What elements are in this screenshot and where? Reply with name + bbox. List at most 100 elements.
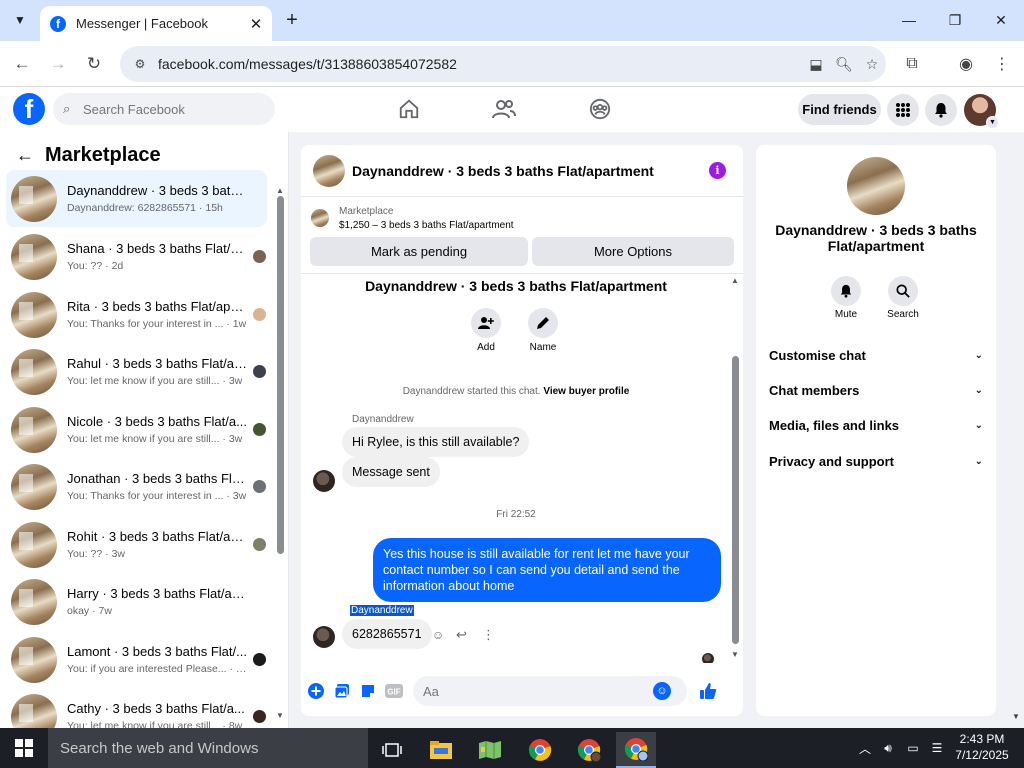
maps-app-icon[interactable]	[470, 732, 510, 768]
taskbar-clock[interactable]: 2:43 PM 7/12/2025	[952, 731, 1012, 763]
conversation-item[interactable]: Cathy · 3 beds 3 baths Flat/a... You: le…	[6, 688, 267, 728]
action-center-icon[interactable]: ☰	[929, 740, 945, 756]
zoom-icon[interactable]: 🔍︎	[830, 50, 858, 78]
url-text[interactable]: facebook.com/messages/t/3138860385407258…	[158, 56, 802, 72]
facebook-logo[interactable]: f	[13, 93, 45, 125]
volume-icon[interactable]: 🔊︎	[880, 740, 896, 756]
sidebar-scrollbar[interactable]: ▲ ▼	[276, 186, 284, 720]
sender-avatar[interactable]	[313, 626, 335, 648]
chrome-icon[interactable]	[520, 732, 560, 768]
new-tab-plus-icon[interactable]: +	[280, 8, 304, 32]
conversation-preview: okay · 7w	[67, 605, 112, 617]
view-buyer-profile-link[interactable]: View buyer profile	[543, 386, 629, 397]
windows-start-icon[interactable]	[0, 728, 48, 768]
chat-header-name[interactable]: Daynanddrew · 3 beds 3 baths Flat/apartm…	[352, 163, 709, 179]
search-icon[interactable]	[888, 276, 918, 306]
sender-name-selected: Daynanddrew	[350, 605, 414, 616]
privacy-support-item[interactable]: Privacy and support ⌄	[769, 449, 983, 473]
chat-members-item[interactable]: Chat members ⌄	[769, 378, 983, 402]
back-arrow-icon[interactable]: ←	[16, 145, 40, 166]
more-kebab-icon[interactable]: ⋮	[482, 627, 495, 643]
media-files-links-item[interactable]: Media, files and links ⌄	[769, 413, 983, 437]
conversation-item[interactable]: Nicole · 3 beds 3 baths Flat/a... You: l…	[6, 401, 267, 458]
browser-menu-kebab-icon[interactable]: ⋮	[990, 52, 1014, 76]
scroll-down-arrow-icon[interactable]: ▼	[276, 711, 284, 720]
conversation-item[interactable]: Rohit · 3 beds 3 baths Flat/ap... You: ?…	[6, 516, 267, 573]
tab-close-icon[interactable]: ✕	[246, 14, 266, 34]
sender-avatar[interactable]	[313, 470, 335, 492]
find-friends-button[interactable]: Find friends	[798, 94, 881, 125]
profile-icon[interactable]: ◉	[954, 52, 978, 76]
back-arrow-icon[interactable]: ←	[10, 52, 34, 76]
chat-started-text: Daynanddrew started this chat.	[402, 386, 541, 397]
emoji-icon[interactable]: ☺	[653, 682, 671, 700]
omnibox[interactable]: ⚙ facebook.com/messages/t/31388603854072…	[120, 46, 886, 82]
message-bubble[interactable]: 6282865571	[342, 619, 432, 649]
chat-scrollbar[interactable]: ▲ ▼	[729, 274, 741, 663]
gif-icon[interactable]: GIF	[383, 680, 405, 702]
conversation-item[interactable]: Rita · 3 beds 3 baths Flat/apa... You: T…	[6, 286, 267, 343]
browser-tab-messenger[interactable]: f Messenger | Facebook ✕	[40, 6, 272, 41]
mute-bell-icon[interactable]	[831, 276, 861, 306]
chrome-active-window-icon[interactable]	[616, 732, 656, 768]
account-avatar[interactable]: ▼	[964, 94, 999, 129]
listing-large-thumbnail[interactable]	[847, 157, 905, 215]
conversation-item[interactable]: Daynanddrew · 3 beds 3 baths F... Daynan…	[6, 170, 267, 227]
scroll-up-arrow-icon[interactable]: ▲	[731, 276, 739, 285]
page-scroll-down-arrow-icon[interactable]: ▼	[1012, 712, 1022, 724]
more-options-button[interactable]: More Options	[532, 237, 734, 266]
menu-grid-icon[interactable]	[887, 94, 919, 126]
chat-scrollbar-thumb[interactable]	[732, 356, 739, 644]
conversation-item[interactable]: Shana · 3 beds 3 baths Flat/a... You: ??…	[6, 228, 267, 285]
message-input[interactable]	[423, 683, 653, 699]
thumbs-up-icon[interactable]	[697, 680, 719, 702]
reply-icon[interactable]: ↩	[456, 627, 467, 643]
add-person-icon[interactable]	[471, 308, 501, 338]
taskbar-search-box[interactable]: Search the web and Windows	[48, 728, 368, 768]
conversation-item[interactable]: Rahul · 3 beds 3 baths Flat/ap... You: l…	[6, 343, 267, 400]
react-emoji-icon[interactable]: ☺	[432, 628, 444, 642]
tab-search-chevron-icon[interactable]: ▼	[8, 8, 32, 32]
conversation-name: Daynanddrew · 3 beds 3 baths F...	[67, 183, 247, 198]
message-bubble[interactable]: Hi Rylee, is this still available?	[342, 427, 530, 457]
groups-icon[interactable]	[583, 93, 617, 125]
conversation-item[interactable]: Lamont · 3 beds 3 baths Flat/... You: if…	[6, 631, 267, 688]
site-info-icon[interactable]: ⚙	[130, 54, 150, 74]
facebook-search-input[interactable]	[83, 101, 263, 117]
listing-summary[interactable]: Marketplace $1,250 – 3 beds 3 baths Flat…	[301, 198, 743, 238]
edit-pencil-icon[interactable]	[528, 308, 558, 338]
chat-listing-thumbnail[interactable]	[313, 154, 345, 187]
friends-icon[interactable]	[487, 93, 521, 125]
conversation-item[interactable]: Harry · 3 beds 3 baths Flat/apar... okay…	[6, 573, 267, 630]
notifications-bell-icon[interactable]	[925, 94, 957, 126]
mark-as-pending-button[interactable]: Mark as pending	[310, 237, 528, 266]
chrome-profile-icon[interactable]	[569, 732, 609, 768]
photo-gallery-icon[interactable]	[331, 680, 353, 702]
close-window-icon[interactable]: ✕	[978, 0, 1024, 40]
message-bubble[interactable]: Message sent	[342, 457, 440, 487]
facebook-search-box[interactable]: ⌕	[53, 93, 275, 125]
customise-chat-item[interactable]: Customise chat ⌄	[769, 343, 983, 367]
task-view-icon[interactable]	[372, 732, 412, 768]
tray-chevron-up-icon[interactable]: ︿	[857, 740, 873, 756]
sidebar-scrollbar-thumb[interactable]	[277, 196, 284, 554]
restore-window-icon[interactable]: ❐	[932, 0, 978, 40]
conversation-item[interactable]: Jonathan · 3 beds 3 baths Fla... You: Th…	[6, 458, 267, 515]
network-icon[interactable]: ▭	[905, 740, 921, 756]
scroll-up-arrow-icon[interactable]: ▲	[276, 186, 284, 195]
home-icon[interactable]	[392, 93, 426, 125]
forward-arrow-icon[interactable]: →	[46, 52, 70, 76]
install-app-icon[interactable]: ⬓	[802, 50, 830, 78]
sticker-icon[interactable]	[357, 680, 379, 702]
message-input-field[interactable]: ☺	[413, 676, 687, 706]
bookmark-star-icon[interactable]: ☆	[858, 50, 886, 78]
plus-circle-icon[interactable]	[305, 680, 327, 702]
reload-icon[interactable]: ↻	[82, 52, 106, 76]
minimize-window-icon[interactable]: —	[886, 0, 932, 40]
my-message-bubble[interactable]: Yes this house is still available for re…	[373, 538, 721, 602]
conversation-preview: You: ?? · 3w	[67, 548, 125, 560]
info-icon[interactable]: i	[709, 162, 726, 179]
scroll-down-arrow-icon[interactable]: ▼	[731, 650, 739, 659]
extensions-puzzle-icon[interactable]: ⧉	[900, 52, 924, 76]
file-explorer-icon[interactable]	[421, 732, 461, 768]
